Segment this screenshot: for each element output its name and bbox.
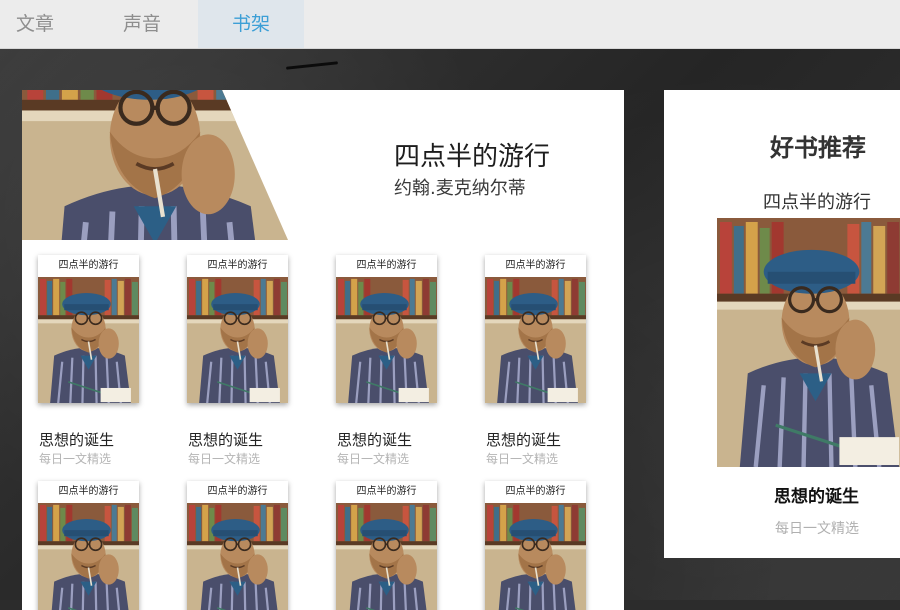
book-cover-illustration bbox=[187, 503, 288, 610]
book-subtitle: 每日一文精选 bbox=[337, 452, 410, 466]
featured-book-title: 四点半的游行 bbox=[394, 142, 551, 172]
book-name: 思想的诞生 bbox=[39, 431, 115, 449]
book-cover-title: 四点半的游行 bbox=[38, 481, 139, 503]
book-cover: 四点半的游行 bbox=[485, 481, 586, 610]
book-name: 思想的诞生 bbox=[337, 431, 413, 449]
book-subtitle: 每日一文精选 bbox=[486, 452, 559, 466]
book-cover-title: 四点半的游行 bbox=[485, 255, 586, 277]
book-cover: 四点半的游行 bbox=[187, 255, 288, 403]
tab-audio[interactable]: 声音 bbox=[106, 0, 178, 48]
top-tab-bar: 文章 声音 书架 bbox=[0, 0, 900, 49]
book-cover-illustration bbox=[485, 277, 586, 403]
featured-cover-illustration bbox=[22, 90, 288, 240]
book-cover-illustration bbox=[38, 277, 139, 403]
book-cover-title: 四点半的游行 bbox=[485, 481, 586, 503]
recommendation-heading: 好书推荐 bbox=[770, 134, 866, 162]
book-cover-illustration bbox=[336, 277, 437, 403]
featured-book-banner[interactable]: 四点半的游行 约翰.麦克纳尔蒂 bbox=[22, 90, 624, 240]
book-cover: 四点半的游行 bbox=[38, 481, 139, 610]
recommended-book-subtitle: 每日一文精选 bbox=[775, 521, 859, 537]
book-cover-illustration bbox=[485, 503, 586, 610]
book-cover: 四点半的游行 bbox=[38, 255, 139, 403]
recommended-book-title[interactable]: 四点半的游行 bbox=[763, 188, 871, 214]
featured-book-author: 约翰.麦克纳尔蒂 bbox=[394, 178, 526, 199]
recommended-book-name[interactable]: 思想的诞生 bbox=[774, 482, 859, 507]
book-cover: 四点半的游行 bbox=[485, 255, 586, 403]
bookshelf-panel: 四点半的游行 约翰.麦克纳尔蒂 四点半的游行 思想的诞生 每日一文精选 四点半的… bbox=[22, 90, 624, 610]
book-subtitle: 每日一文精选 bbox=[188, 452, 261, 466]
book-cover-title: 四点半的游行 bbox=[38, 255, 139, 277]
book-cover-illustration bbox=[336, 503, 437, 610]
book-name: 思想的诞生 bbox=[486, 431, 562, 449]
book-cover-title: 四点半的游行 bbox=[187, 255, 288, 277]
recommendation-panel: 好书推荐 四点半的游行 思想的诞生 每日一文精选 bbox=[664, 90, 900, 558]
tab-articles[interactable]: 文章 bbox=[0, 0, 70, 48]
book-cover-title: 四点半的游行 bbox=[336, 481, 437, 503]
book-cover-illustration bbox=[187, 277, 288, 403]
book-subtitle: 每日一文精选 bbox=[39, 452, 112, 466]
book-cover-title: 四点半的游行 bbox=[187, 481, 288, 503]
book-cover: 四点半的游行 bbox=[336, 481, 437, 610]
tab-bookshelf[interactable]: 书架 bbox=[198, 0, 304, 48]
book-cover: 四点半的游行 bbox=[336, 255, 437, 403]
recommended-cover-illustration[interactable] bbox=[717, 218, 900, 467]
book-name: 思想的诞生 bbox=[188, 431, 264, 449]
book-cover-title: 四点半的游行 bbox=[336, 255, 437, 277]
book-cover: 四点半的游行 bbox=[187, 481, 288, 610]
book-cover-illustration bbox=[38, 503, 139, 610]
